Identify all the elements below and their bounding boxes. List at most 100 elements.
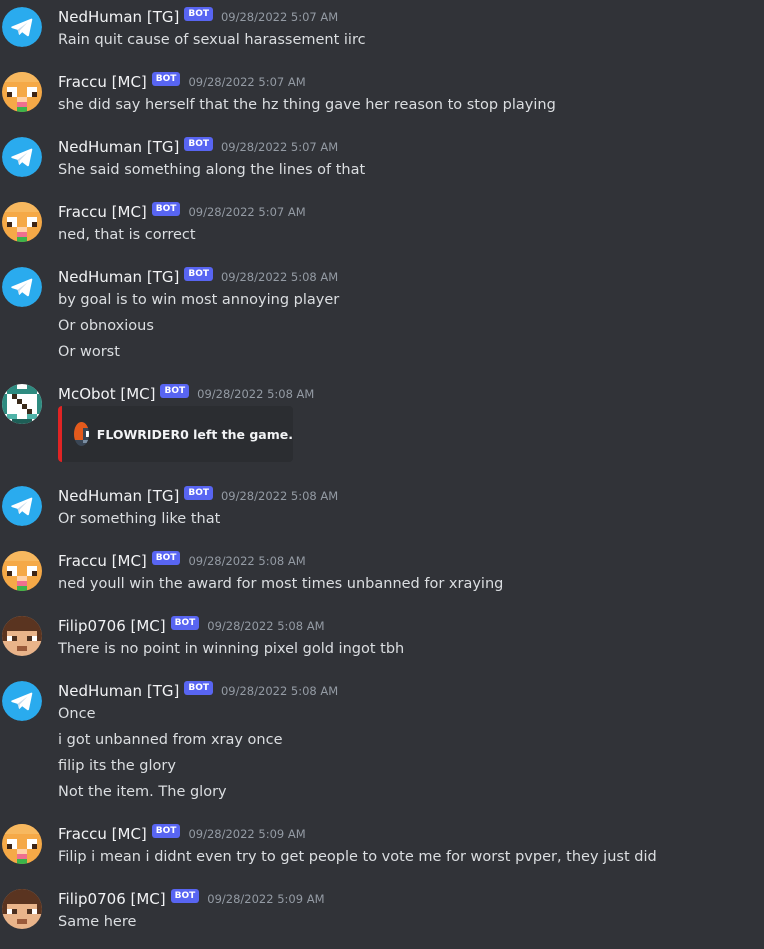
message-timestamp[interactable]: 09/28/2022 5:08 AM: [221, 270, 338, 284]
chat-message: Fraccu [MC] BOT 09/28/2022 5:08 AM ned youl…: [0, 544, 764, 609]
player-head-icon: [74, 422, 89, 446]
chat-message: NedHuman [TG] BOT 09/28/2022 5:08 AM by goa…: [0, 260, 764, 377]
message-header: McObot [MC] BOT 09/28/2022 5:08 AM: [58, 383, 314, 405]
fraccu-avatar[interactable]: [2, 72, 42, 112]
message-content: ned, that is correct: [58, 224, 196, 250]
message-header: Filip0706 [MC] BOT 09/28/2022 5:09 AM: [58, 888, 325, 910]
message-content: Same here: [58, 911, 136, 937]
message-line: ned, that is correct: [58, 227, 196, 243]
filip-avatar[interactable]: [2, 616, 42, 656]
message-line: i got unbanned from xray once: [58, 732, 283, 748]
message-timestamp[interactable]: 09/28/2022 5:09 AM: [207, 892, 324, 906]
message-header: NedHuman [TG] BOT 09/28/2022 5:08 AM: [58, 680, 338, 702]
bot-badge: BOT: [170, 889, 200, 903]
message-timestamp[interactable]: 09/28/2022 5:07 AM: [221, 140, 338, 154]
message-line: Same here: [58, 914, 137, 930]
telegram-avatar[interactable]: [2, 137, 42, 177]
message-header: Filip0706 [MC] BOT 09/28/2022 5:08 AM: [58, 615, 325, 637]
message-content: Rain quit cause of sexual harassement ii…: [58, 29, 366, 55]
chat-message: Fraccu [MC] BOT 09/28/2022 5:07 AM she did …: [0, 65, 764, 130]
bot-badge: BOT: [160, 384, 190, 398]
telegram-avatar[interactable]: [2, 267, 42, 307]
chat-message-list: NedHuman [TG] BOT 09/28/2022 5:07 AM Rain q…: [0, 0, 764, 949]
fraccu-avatar[interactable]: [2, 824, 42, 864]
embed-text: FLOWRIDER0 left the game.: [96, 426, 293, 442]
bot-badge: BOT: [184, 681, 213, 695]
message-line: Not the item. The glory: [58, 784, 227, 800]
author-name[interactable]: Fraccu [MC]: [58, 825, 147, 843]
message-line: There is no point in winning pixel gold …: [58, 641, 405, 657]
message-line: Or something like that: [58, 511, 221, 527]
chat-message: Filip0706 [MC] BOT 09/28/2022 5:09 AM Same …: [0, 882, 764, 947]
author-name[interactable]: Fraccu [MC]: [58, 203, 147, 221]
message-timestamp[interactable]: 09/28/2022 5:08 AM: [188, 554, 305, 568]
telegram-avatar[interactable]: [2, 7, 42, 47]
message-header: NedHuman [TG] BOT 09/28/2022 5:08 AM: [58, 485, 338, 507]
author-name[interactable]: NedHuman [TG]: [58, 682, 179, 700]
filip-avatar[interactable]: [2, 889, 42, 929]
chat-message: Fraccu [MC] BOT 09/28/2022 5:07 AM ned, tha…: [0, 195, 764, 260]
bot-badge: BOT: [170, 616, 200, 630]
message-line: Or obnoxious: [58, 318, 154, 334]
author-name[interactable]: NedHuman [TG]: [58, 8, 179, 26]
message-header: NedHuman [TG] BOT 09/28/2022 5:07 AM: [58, 136, 338, 158]
chat-message: NedHuman [TG] BOT 09/28/2022 5:08 AM Or som…: [0, 479, 764, 544]
message-header: Fraccu [MC] BOT 09/28/2022 5:07 AM: [58, 71, 306, 93]
message-line: She said something along the lines of th…: [58, 162, 366, 178]
bot-badge: BOT: [184, 486, 213, 500]
message-content: she did say herself that the hz thing ga…: [58, 94, 556, 120]
author-name[interactable]: Fraccu [MC]: [58, 552, 147, 570]
message-timestamp[interactable]: 09/28/2022 5:08 AM: [221, 489, 338, 503]
author-name[interactable]: McObot [MC]: [58, 385, 155, 403]
message-line: Rain quit cause of sexual harassement ii…: [58, 32, 366, 48]
message-content: Filip i mean i didnt even try to get peo…: [58, 846, 657, 872]
message-timestamp[interactable]: 09/28/2022 5:08 AM: [207, 619, 324, 633]
author-name[interactable]: Filip0706 [MC]: [58, 617, 166, 635]
message-timestamp[interactable]: 09/28/2022 5:09 AM: [188, 827, 305, 841]
bot-badge: BOT: [184, 137, 213, 151]
message-content: Once i got unbanned from xray once filip i…: [58, 703, 283, 807]
author-name[interactable]: Filip0706 [MC]: [58, 890, 166, 908]
message-timestamp[interactable]: 09/28/2022 5:08 AM: [197, 387, 314, 401]
mcobot-avatar[interactable]: [2, 384, 42, 424]
fraccu-avatar[interactable]: [2, 551, 42, 591]
message-timestamp[interactable]: 09/28/2022 5:07 AM: [221, 10, 338, 24]
fraccu-avatar[interactable]: [2, 202, 42, 242]
bot-badge: BOT: [151, 72, 181, 86]
telegram-avatar[interactable]: [2, 486, 42, 526]
bot-badge: BOT: [151, 824, 181, 838]
chat-message: NedHuman [TG] BOT 09/28/2022 5:08 AM Once i …: [0, 674, 764, 817]
author-name[interactable]: Fraccu [MC]: [58, 73, 147, 91]
message-line: Or worst: [58, 344, 120, 360]
message-timestamp[interactable]: 09/28/2022 5:07 AM: [188, 205, 305, 219]
message-content: ned youll win the award for most times u…: [58, 573, 503, 599]
telegram-avatar[interactable]: [2, 681, 42, 721]
message-timestamp[interactable]: 09/28/2022 5:08 AM: [221, 684, 338, 698]
message-line: Filip i mean i didnt even try to get peo…: [58, 849, 657, 865]
message-content: Or something like that: [58, 508, 220, 534]
chat-message: Filip0706 [MC] BOT 09/28/2022 5:08 AM There…: [0, 609, 764, 674]
message-content: There is no point in winning pixel gold …: [58, 638, 404, 664]
message-line: by goal is to win most annoying player: [58, 292, 340, 308]
message-content: by goal is to win most annoying player Or…: [58, 289, 339, 367]
message-header: Fraccu [MC] BOT 09/28/2022 5:08 AM: [58, 550, 306, 572]
message-content: She said something along the lines of th…: [58, 159, 365, 185]
author-name[interactable]: NedHuman [TG]: [58, 138, 179, 156]
message-embed: FLOWRIDER0 left the game.: [58, 406, 293, 462]
message-header: Fraccu [MC] BOT 09/28/2022 5:09 AM: [58, 823, 306, 845]
author-name[interactable]: NedHuman [TG]: [58, 268, 179, 286]
chat-message: NedHuman [TG] BOT 09/28/2022 5:07 AM Rain q…: [0, 0, 764, 65]
chat-message: McObot [MC] BOT 09/28/2022 5:08 AM FLOWRIDE…: [0, 377, 764, 479]
author-name[interactable]: NedHuman [TG]: [58, 487, 179, 505]
message-line: she did say herself that the hz thing ga…: [58, 97, 556, 113]
chat-message: Fraccu [MC] BOT 09/28/2022 5:09 AM Filip i …: [0, 817, 764, 882]
bot-badge: BOT: [151, 202, 181, 216]
message-line: filip its the glory: [58, 758, 176, 774]
message-header: NedHuman [TG] BOT 09/28/2022 5:08 AM: [58, 266, 338, 288]
message-timestamp[interactable]: 09/28/2022 5:07 AM: [188, 75, 305, 89]
bot-badge: BOT: [184, 267, 213, 281]
message-header: Fraccu [MC] BOT 09/28/2022 5:07 AM: [58, 201, 306, 223]
bot-badge: BOT: [151, 551, 181, 565]
message-line: ned youll win the award for most times u…: [58, 576, 504, 592]
chat-message: NedHuman [TG] BOT 09/28/2022 5:07 AM She sa…: [0, 130, 764, 195]
